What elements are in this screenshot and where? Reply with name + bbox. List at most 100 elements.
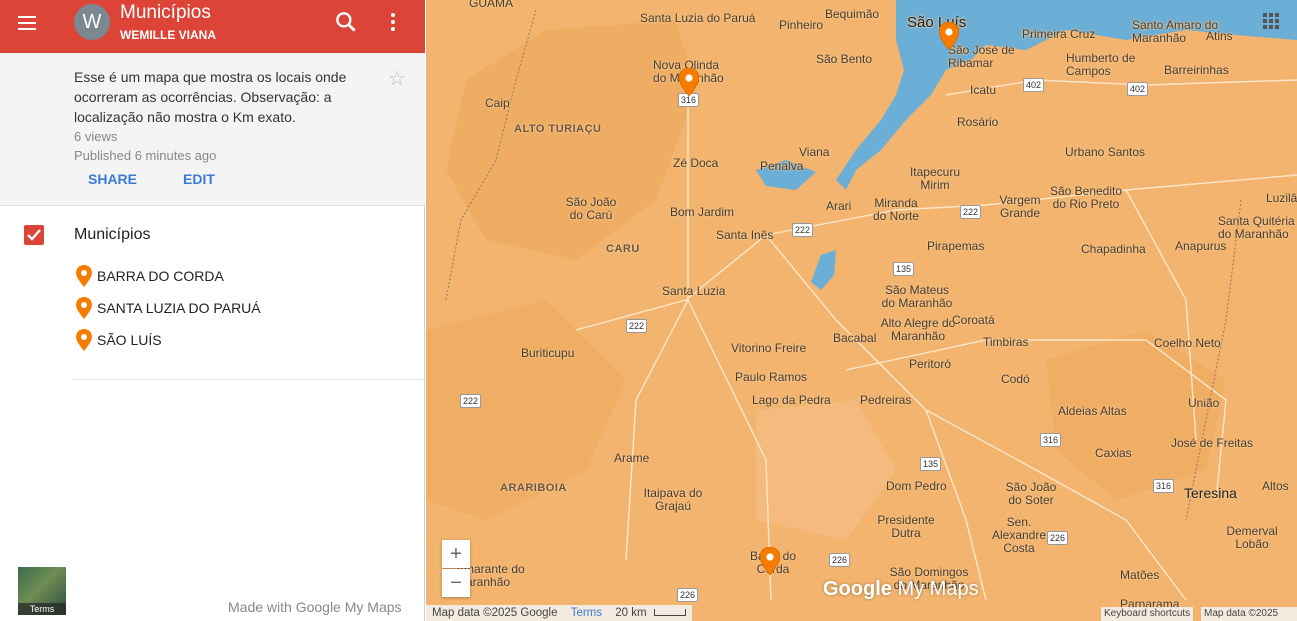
map-label-teresina: Teresina (1184, 485, 1237, 501)
map-label: Coelho Neto (1154, 336, 1221, 350)
map-label: Humberto de Campos (1066, 51, 1136, 78)
terms-link[interactable]: Terms (571, 607, 602, 619)
place-label: SANTA LUZIA DO PARUÁ (97, 300, 261, 316)
satellite-thumbnail[interactable]: Terms (18, 567, 66, 615)
made-with-text[interactable]: Made with Google My Maps (228, 599, 402, 615)
road-shield: 402 (1023, 78, 1045, 92)
map-label-region: ARARIBOIA (500, 482, 567, 494)
map-label: Pinheiro (779, 18, 824, 32)
map-label: Vargem Grande (999, 193, 1041, 220)
my-maps-logo-text: My Maps (897, 578, 979, 600)
map-label: Penalva (760, 159, 804, 173)
map-label: Matões (1120, 568, 1160, 582)
star-icon[interactable]: ☆ (388, 66, 406, 91)
layer-checkbox[interactable] (24, 225, 44, 245)
road-shield: 226 (677, 588, 699, 602)
marker-santa-luzia-do-parua[interactable] (679, 68, 699, 96)
road-shield: 226 (829, 553, 851, 567)
map-label: Chapadinha (1081, 242, 1146, 256)
map-label: Buriticupu (521, 346, 575, 360)
more-options-icon[interactable] (384, 10, 402, 34)
map-label: Urbano Santos (1065, 145, 1146, 159)
map-pin-icon (76, 329, 92, 351)
map-label: São Bento (816, 52, 873, 66)
map-label: Icatu (970, 83, 997, 97)
menu-icon[interactable] (16, 12, 38, 34)
search-icon[interactable] (333, 9, 359, 35)
map-label: São João do Soter (1005, 480, 1057, 507)
map-canvas[interactable]: GUAMÁ Santa Luzia do Paruá Pinheiro Bequ… (426, 0, 1297, 621)
map-label: Barreirinhas (1164, 63, 1229, 77)
map-label: Bom Jardim (670, 205, 735, 219)
map-pin-icon (76, 297, 92, 319)
map-label: GUAMÁ (469, 0, 514, 10)
map-label: Sen. Alexandre Costa (991, 515, 1047, 555)
road-shield: 222 (792, 223, 814, 237)
scale-label[interactable]: 20 km (615, 607, 646, 619)
view-count: 6 views (74, 129, 118, 144)
map-label: Codó (1001, 372, 1030, 386)
map-label: Miranda do Norte (872, 196, 920, 223)
map-label: Timbiras (983, 335, 1029, 349)
check-icon (27, 229, 41, 241)
map-label: Caip (485, 96, 510, 110)
map-label: Bacabal (833, 331, 877, 345)
map-label: Lago da Pedra (752, 393, 831, 407)
map-label: União (1188, 396, 1220, 410)
map-title: Municípios (120, 2, 211, 23)
map-label: Luzilâ (1266, 191, 1297, 205)
map-label: Bequimão (825, 7, 880, 21)
scale-bar (653, 609, 686, 617)
map-label: Itaipava do Grajaú (643, 486, 703, 513)
map-owner[interactable]: WEMILLE VIANA (120, 28, 216, 42)
map-label: Rosário (957, 115, 999, 129)
road-shield: 222 (460, 394, 482, 408)
divider (72, 379, 425, 380)
road-shield: 135 (893, 262, 915, 276)
map-label: Peritoró (909, 357, 952, 371)
share-button[interactable]: SHARE (88, 171, 137, 187)
map-label: São Mateus do Maranhão (881, 283, 953, 310)
keyboard-shortcuts-link[interactable]: Keyboard shortcuts (1101, 607, 1194, 621)
road-shield: 222 (960, 205, 982, 219)
road-shield: 135 (920, 457, 942, 471)
map-label: Arame (614, 451, 650, 465)
marker-barra-do-corda[interactable] (760, 547, 780, 575)
road-shield: 226 (1047, 531, 1069, 545)
map-label: Pedreiras (860, 393, 912, 407)
map-label: José de Freitas (1171, 436, 1254, 450)
google-logo-text: Google (823, 578, 892, 600)
zoom-in-button[interactable]: + (442, 540, 470, 568)
map-label: Zé Doca (673, 156, 719, 170)
map-attribution: Map data ©2025 Google (432, 607, 558, 619)
map-label: Aldeias Altas (1058, 404, 1127, 418)
marker-sao-luis[interactable] (939, 22, 959, 50)
map-label: São João do Carú (565, 195, 617, 222)
map-label-region: CARU (606, 243, 640, 255)
map-label: Anapurus (1175, 239, 1227, 253)
map-label: Alto Alegre do Maranhão (880, 316, 956, 343)
map-label: Santa Inês (716, 228, 774, 242)
avatar[interactable]: W (74, 4, 110, 40)
thumbnail-terms-link[interactable]: Terms (18, 603, 66, 615)
map-background (426, 0, 1297, 601)
map-label: Pirapemas (927, 239, 985, 253)
map-label: Primeira Cruz (1022, 27, 1096, 41)
map-description: Esse é um mapa que mostra os locais onde… (74, 69, 347, 125)
zoom-out-button[interactable]: − (442, 569, 470, 597)
map-label: Presidente Dutra (877, 513, 935, 540)
map-label: Demerval Lobão (1226, 524, 1278, 551)
place-label: BARRA DO CORDA (97, 268, 224, 284)
map-label: Altos (1262, 479, 1289, 493)
map-label: Caxias (1095, 446, 1132, 460)
attribution-bar: Map data ©2025 Google Terms 20 km (426, 605, 692, 621)
road-shield: 316 (1153, 479, 1175, 493)
edit-button[interactable]: EDIT (183, 171, 215, 187)
google-my-maps-logo: Google My Maps (823, 578, 979, 601)
map-label-region: ALTO TURIAÇU (514, 123, 602, 135)
map-label: Santa Luzia do Paruá (640, 11, 756, 25)
apps-grid-icon[interactable] (1262, 12, 1280, 30)
panel-header: W Municípios WEMILLE VIANA (0, 0, 425, 53)
map-label: Dom Pedro (886, 479, 947, 493)
published-time: Published 6 minutes ago (74, 148, 217, 163)
